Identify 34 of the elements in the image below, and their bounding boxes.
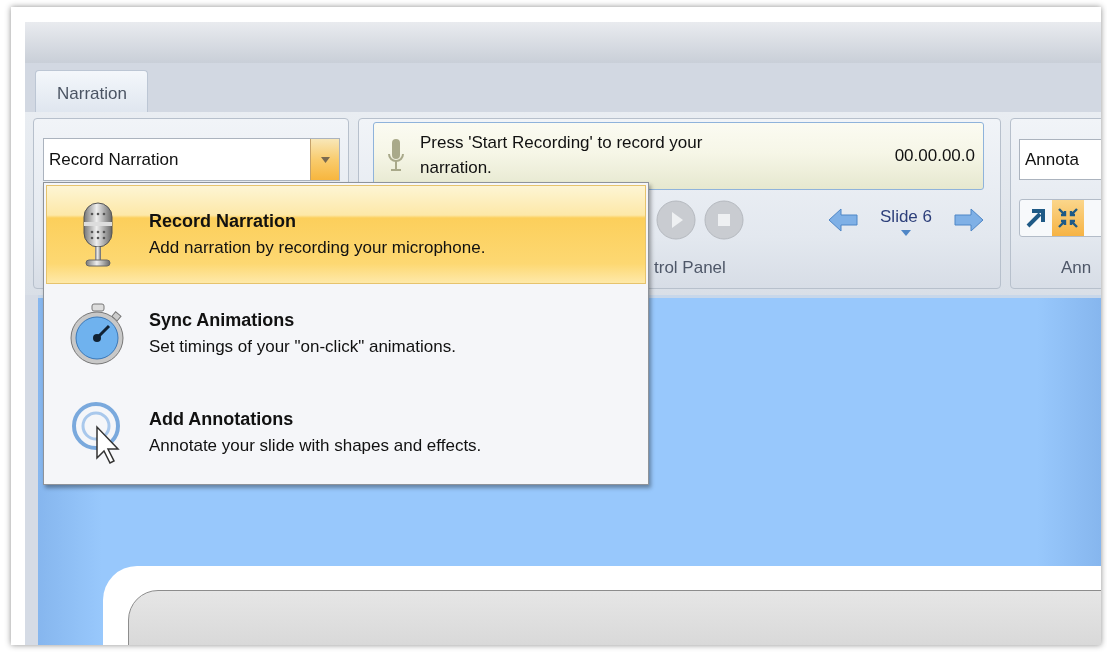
menu-item[interactable]: Record Narration Add narration by recording your microphone.	[46, 185, 646, 284]
annotation-tool-button[interactable]	[1052, 200, 1084, 236]
menu-item-title: Record Narration	[149, 210, 298, 234]
ribbon-tab[interactable]: Narration	[35, 69, 148, 112]
menu-item-title: Sync Animations	[149, 309, 296, 333]
menu-item[interactable]: Add Annotations Annotate your slide with shapes and effects.	[46, 383, 646, 482]
left-arrow-icon	[828, 208, 858, 232]
microphone-icon	[81, 201, 115, 268]
menu-item-description: Add narration by recording your microphone.	[149, 237, 486, 260]
play-icon	[656, 200, 696, 240]
stop-button[interactable]	[704, 200, 744, 240]
caret-icon	[320, 156, 330, 163]
stop-icon	[704, 200, 744, 240]
mode-dropdown[interactable]: Record Narration	[43, 138, 340, 181]
menu-item-description: Annotate your slide with shapes and effects.	[149, 435, 482, 458]
previous-slide-button[interactable]	[828, 208, 858, 232]
menu-item-description: Set timings of your "on-click" animations.	[149, 336, 456, 359]
arrow-icon	[1025, 207, 1047, 229]
status-message: Press 'Start Recording' to record your narration.	[420, 132, 704, 179]
right-arrow-icon	[954, 208, 984, 232]
slide-selector[interactable]: Slide 6	[866, 204, 946, 236]
play-button[interactable]	[656, 200, 696, 240]
caret-icon	[901, 229, 911, 236]
next-slide-button[interactable]	[954, 208, 984, 232]
collapse-arrows-icon	[1056, 206, 1080, 230]
time-display: 00.00.00.0	[894, 145, 975, 168]
dropdown-button[interactable]	[310, 139, 339, 180]
menu-item[interactable]: Sync Animations Set timings of your "on-click" animations.	[46, 284, 646, 383]
microphone-icon	[388, 139, 404, 173]
annotation-dropdown[interactable]: Annota	[1019, 139, 1101, 180]
group-label: Ann	[1061, 256, 1092, 279]
stopwatch-icon	[69, 302, 127, 365]
menu-item-title: Add Annotations	[149, 408, 295, 432]
group-label: trol Panel	[654, 256, 726, 279]
